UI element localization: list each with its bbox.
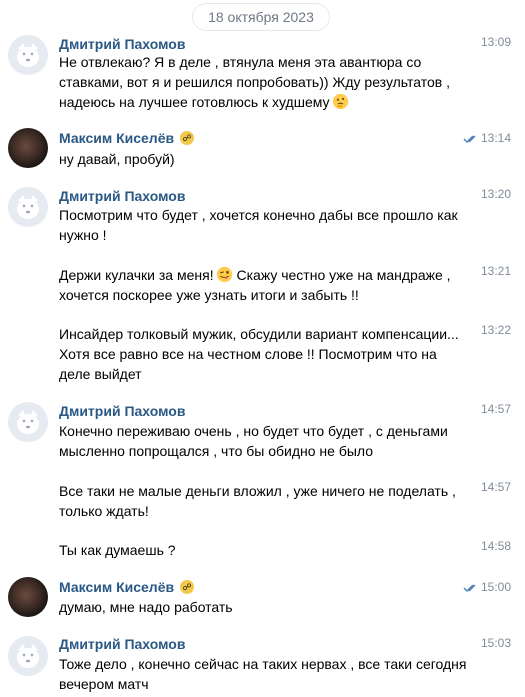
avatar-deleted-user[interactable] — [8, 402, 48, 442]
author-name[interactable]: Дмитрий Пахомов — [59, 636, 185, 652]
date-separator: 18 октября 2023 — [193, 4, 329, 30]
read-checkmarks-icon — [463, 584, 476, 593]
dog-avatar-icon — [8, 636, 48, 676]
avatar-maksim[interactable] — [8, 577, 48, 617]
pin-badge-icon: ☍ — [180, 580, 195, 594]
message-text: Конечно переживаю очень , но будет что б… — [59, 423, 448, 459]
dog-avatar-icon — [8, 187, 48, 227]
message-text: Инсайдер толковый мужик, обсудили вариан… — [59, 326, 459, 382]
message-author[interactable]: Дмитрий Пахомов — [59, 188, 185, 204]
message-time[interactable]: 14:57 — [481, 402, 511, 416]
message-time[interactable]: 15:00 — [481, 580, 511, 594]
message-time[interactable]: 13:20 — [481, 187, 511, 201]
message-author[interactable]: Дмитрий Пахомов — [59, 403, 185, 419]
author-name[interactable]: Максим Киселёв — [59, 579, 174, 595]
message-time[interactable]: 13:22 — [481, 323, 511, 337]
read-checkmarks-icon — [463, 135, 476, 144]
winking-face-with-tongue-emoji-icon — [216, 266, 232, 283]
message-text: думаю, мне надо работать — [59, 599, 233, 615]
message-text: Посмотрим что будет , хочется конечно да… — [59, 207, 458, 243]
message-author[interactable]: Дмитрий Пахомов — [59, 36, 185, 52]
message-text: Все таки не малые деньги вложил , уже ни… — [59, 483, 456, 519]
message-text: Тоже дело , конечно сейчас на таких нерв… — [59, 656, 467, 692]
message-time[interactable]: 13:09 — [481, 35, 511, 49]
author-name[interactable]: Максим Киселёв — [59, 130, 174, 146]
message-time[interactable]: 15:03 — [481, 636, 511, 650]
message-author[interactable]: Максим Киселёв ☍ — [59, 130, 195, 146]
message-author[interactable]: Максим Киселёв ☍ — [59, 579, 195, 595]
author-name[interactable]: Дмитрий Пахомов — [59, 36, 185, 52]
thinking-face-emoji-icon — [332, 93, 348, 110]
author-name[interactable]: Дмитрий Пахомов — [59, 403, 185, 419]
message-time[interactable]: 14:57 — [481, 480, 511, 494]
dog-avatar-icon — [8, 402, 48, 442]
message-body: Держи кулачки за меня! — [59, 267, 214, 283]
avatar-deleted-user[interactable] — [8, 187, 48, 227]
message-time[interactable]: 13:14 — [481, 131, 511, 145]
message-time[interactable]: 14:58 — [481, 539, 511, 553]
avatar-deleted-user[interactable] — [8, 35, 48, 75]
message-text: Не отвлекаю? Я в деле , втянула меня эта… — [59, 52, 469, 112]
avatar-maksim[interactable] — [8, 128, 48, 168]
pin-badge-icon: ☍ — [180, 131, 195, 145]
message-time[interactable]: 13:21 — [481, 264, 511, 278]
message-author[interactable]: Дмитрий Пахомов — [59, 636, 185, 652]
message-body: Не отвлекаю? Я в деле , втянула меня эта… — [59, 54, 450, 110]
avatar-deleted-user[interactable] — [8, 636, 48, 676]
dog-avatar-icon — [8, 35, 48, 75]
message-text: Ты как думаешь ? — [59, 542, 176, 558]
message-text: Держи кулачки за меня! Скажу честно уже … — [59, 265, 469, 305]
author-name[interactable]: Дмитрий Пахомов — [59, 188, 185, 204]
message-text: ну давай, пробуй) — [59, 151, 175, 167]
